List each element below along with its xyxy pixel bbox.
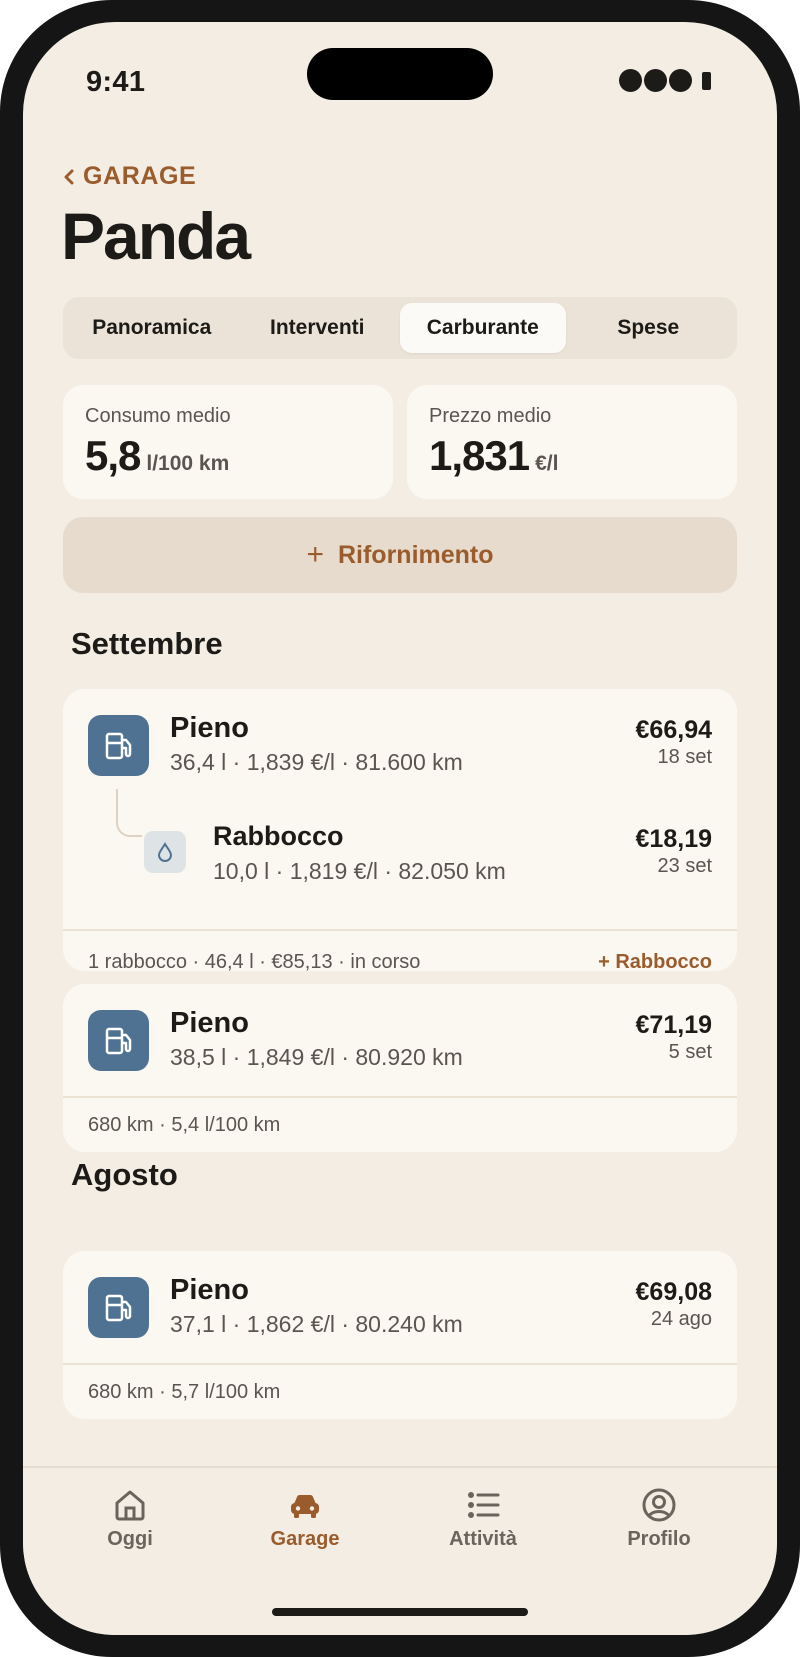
phone-frame: 9:41 GARAGE Panda Panoramica Interventi … [0, 0, 800, 1657]
month-heading: Agosto [71, 1157, 178, 1192]
tab-label: Oggi [107, 1528, 153, 1550]
fuel-card[interactable]: Pieno 36,4 l · 1,839 €/l · 81.600 km €66… [63, 689, 737, 971]
entry-details: 37,1 l · 1,862 €/l · 80.240 km [170, 1311, 463, 1337]
card-divider [63, 1363, 737, 1365]
dynamic-island [307, 48, 493, 100]
tabbar-item-garage[interactable]: Garage [235, 1486, 375, 1551]
signal-dot-icon [644, 69, 667, 92]
entry-date: 5 set [668, 1041, 712, 1063]
entry-title: Pieno [170, 1274, 249, 1306]
stat-value: 5,8 [85, 432, 141, 479]
fuel-pump-icon [88, 715, 149, 776]
home-indicator [272, 1608, 528, 1616]
month-heading: Settembre [71, 626, 223, 661]
card-footer: 680 km · 5,7 l/100 km [88, 1381, 281, 1403]
fuel-pump-icon [88, 1010, 149, 1071]
drop-icon [144, 831, 186, 873]
entry-date: 23 set [657, 855, 712, 877]
add-refuel-label: Rifornimento [337, 540, 494, 569]
tab-panoramica[interactable]: Panoramica [69, 303, 235, 353]
tab-label: Attività [449, 1528, 517, 1550]
stat-label: Consumo medio [85, 405, 231, 427]
entry-details: 36,4 l · 1,839 €/l · 81.600 km [170, 749, 463, 775]
tab-interventi[interactable]: Interventi [235, 303, 401, 353]
profile-icon [642, 1488, 676, 1522]
tab-label: Profilo [627, 1528, 691, 1550]
card-footer: 1 rabbocco · 46,4 l · €85,13 · in corso [88, 951, 421, 971]
entry-details: 10,0 l · 1,819 €/l · 82.050 km [213, 858, 506, 884]
status-time: 9:41 [86, 66, 146, 98]
card-divider [63, 1096, 737, 1098]
stat-card-price: Prezzo medio 1,831 €/l [407, 385, 737, 499]
car-icon [291, 1494, 319, 1518]
back-label: GARAGE [83, 162, 197, 190]
add-topup-button[interactable]: + Rabbocco [598, 951, 712, 971]
stat-card-consumption: Consumo medio 5,8 l/100 km [63, 385, 393, 499]
tabbar-item-profilo[interactable]: Profilo [589, 1486, 729, 1551]
status-icons [619, 69, 711, 92]
entry-title: Pieno [170, 1007, 249, 1039]
battery-icon [702, 71, 711, 90]
stat-unit: l/100 km [146, 452, 230, 475]
tab-label: Garage [270, 1528, 340, 1550]
back-button[interactable]: GARAGE [63, 162, 196, 191]
tab-spese[interactable]: Spese [566, 303, 732, 353]
chevron-left-icon [64, 169, 74, 184]
fuel-pump-icon [88, 1277, 149, 1338]
card-divider [63, 929, 737, 931]
signal-dot-icon [669, 69, 692, 92]
page-title: Panda [61, 199, 251, 273]
fuel-card[interactable]: Pieno 37,1 l · 1,862 €/l · 80.240 km €69… [63, 1251, 737, 1419]
screen: 9:41 GARAGE Panda Panoramica Interventi … [23, 22, 777, 1635]
entry-price: €18,19 [635, 825, 712, 853]
entry-price: €66,94 [635, 716, 712, 744]
card-footer: 680 km · 5,4 l/100 km [88, 1114, 281, 1136]
stat-label: Prezzo medio [429, 405, 552, 427]
entry-details: 38,5 l · 1,849 €/l · 80.920 km [170, 1044, 463, 1070]
entry-title: Rabbocco [213, 821, 344, 851]
entry-price: €71,19 [635, 1011, 712, 1039]
fuel-card[interactable]: Pieno 38,5 l · 1,849 €/l · 80.920 km €71… [63, 984, 737, 1152]
list-icon [468, 1492, 500, 1518]
plus-icon: + [306, 538, 324, 571]
tab-carburante[interactable]: Carburante [400, 303, 566, 353]
entry-date: 24 ago [650, 1308, 712, 1330]
entry-price: €69,08 [635, 1278, 712, 1306]
stat-unit: €/l [535, 452, 559, 475]
entry-title: Pieno [170, 712, 249, 744]
home-icon [115, 1490, 145, 1521]
signal-dot-icon [619, 69, 642, 92]
entry-connector [116, 789, 142, 837]
segmented-control: Panoramica Interventi Carburante Spese [63, 297, 737, 359]
tabbar-item-attivita[interactable]: Attività [413, 1486, 553, 1551]
entry-date: 18 set [657, 746, 712, 768]
stat-value: 1,831 [429, 432, 530, 479]
add-refuel-button[interactable]: + Rifornimento [63, 517, 737, 593]
tabbar-item-oggi[interactable]: Oggi [60, 1486, 200, 1551]
